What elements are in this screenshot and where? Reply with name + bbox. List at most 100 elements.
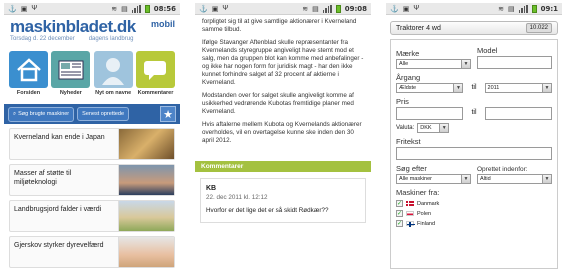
search-icon: ⌕	[13, 110, 17, 117]
article-paragraph: Ifølge Stavanger Aftenblad skulle repræs…	[202, 39, 364, 86]
category-button[interactable]: Traktorer 4 wd 10.022	[390, 21, 558, 35]
news-thumbnail	[118, 237, 174, 267]
news-thumbnail	[118, 201, 174, 231]
year-label: Årgang	[396, 73, 421, 82]
machines-from-label: Maskiner fra:	[396, 188, 440, 197]
country-checkbox-denmark[interactable]: ✓ Danmark	[396, 200, 552, 207]
year-to-select[interactable]: 2011 ▼	[484, 83, 552, 93]
article-paragraph: forpligtet sig til at give samtlige akti…	[202, 18, 357, 33]
house-icon	[9, 51, 48, 88]
article-paragraph: Hvis aftalerne mellem Kubota og Kvernela…	[202, 121, 362, 144]
created-within-select[interactable]: Altid ▼	[477, 174, 552, 184]
news-thumbnail	[118, 165, 174, 195]
year-from-select[interactable]: Ældste ▼	[396, 83, 464, 93]
list-item[interactable]: Masser af støtte til miljøteknologi	[9, 164, 175, 196]
tile-label: Kommentarer	[137, 90, 174, 96]
wifi-icon: ≋	[302, 5, 309, 13]
to-label: til	[471, 109, 477, 116]
chevron-down-icon: ▼	[439, 124, 449, 132]
chevron-down-icon: ▼	[461, 60, 470, 68]
checkbox[interactable]: ✓	[396, 200, 403, 207]
clock: 09:08	[344, 4, 367, 13]
date-label: Torsdag d. 22 december	[10, 36, 75, 42]
search-screen: ⚓ ▣ Ψ ≋ ▤ 09:1 Traktorer 4 wd 10.022 Mærke…	[386, 3, 562, 271]
notification-icon: ▣	[20, 5, 28, 13]
model-input[interactable]	[477, 56, 552, 69]
usb-debug-icon: Ψ	[413, 5, 420, 12]
header: maskinbladet.dk mobil Torsdag d. 22 dece…	[4, 15, 180, 49]
checkbox[interactable]: ✓	[396, 210, 403, 217]
battery-icon	[531, 4, 537, 13]
denmark-flag-icon	[406, 201, 414, 206]
list-item[interactable]: Kverneland kan ende i Japan	[9, 128, 175, 160]
clock: 09:1	[540, 4, 558, 13]
star-icon[interactable]: ★	[160, 106, 176, 122]
signal-icon	[518, 4, 528, 13]
sim-icon: ▤	[507, 5, 515, 13]
checkbox[interactable]: ✓	[396, 220, 403, 227]
status-bar: ⚓ ▣ Ψ ≋ ▤ 08:56	[4, 3, 180, 15]
status-bar: ⚓ ▣ Ψ ≋ ▤ 09:1	[386, 3, 562, 15]
price-from-input[interactable]	[396, 107, 464, 120]
search-form: Mærke Alle ▼ Model Årgang Ældste ▼ til 201…	[390, 39, 558, 269]
currency-select[interactable]: DKK ▼	[417, 123, 450, 133]
tile-label: Nyheder	[59, 90, 82, 96]
freetext-label: Fritekst	[396, 137, 421, 146]
make-select[interactable]: Alle ▼	[396, 59, 471, 69]
search-bar: ⌕ Søg brugte maskiner Senest oprettede ★	[4, 104, 180, 124]
tile-nyheder[interactable]: Nyheder	[51, 51, 91, 96]
comment-text: Hvorfor er det lige det er så skidt Rødk…	[206, 207, 329, 214]
usb-icon: ⚓	[199, 5, 208, 13]
search-used-machines-button[interactable]: ⌕ Søg brugte maskiner	[8, 106, 75, 122]
price-label: Pris	[396, 97, 409, 106]
wifi-icon: ≋	[498, 5, 504, 13]
news-thumbnail	[118, 129, 174, 159]
tile-label: Nyt om navne	[95, 90, 132, 96]
search-after-select[interactable]: Alle maskiner ▼	[396, 174, 471, 184]
model-label: Model	[477, 46, 498, 55]
comment-card: KB 22. dec 2011 kl. 12:12 Hvorfor er det…	[200, 178, 366, 223]
site-logo[interactable]: maskinbladet.dk	[10, 17, 174, 37]
clock: 08:56	[153, 4, 176, 13]
comment-author: KB	[206, 185, 217, 192]
speech-bubble-icon	[135, 51, 175, 88]
nav-tiles: Forsiden Nyheder Nyt om navne Kommentare…	[4, 51, 180, 96]
usb-icon: ⚓	[8, 5, 17, 13]
country-checkbox-poland[interactable]: ✓ Polen	[396, 210, 552, 217]
signal-icon	[322, 4, 332, 13]
result-count-badge: 10.022	[525, 23, 552, 33]
usb-icon: ⚓	[390, 5, 399, 13]
status-bar: ⚓ ▣ Ψ ≋ ▤ 09:08	[195, 3, 371, 15]
wifi-icon: ≋	[111, 5, 118, 13]
sim-icon: ▤	[121, 5, 128, 13]
article-body: forpligtet sig til at give samtlige akti…	[195, 15, 371, 153]
signal-icon	[131, 4, 141, 13]
tile-kommentarer[interactable]: Kommentarer	[135, 51, 175, 96]
tile-forsiden[interactable]: Forsiden	[9, 51, 48, 96]
country-checkbox-finland[interactable]: ✓ Finland	[396, 220, 552, 227]
chevron-down-icon: ▼	[461, 175, 470, 183]
list-item[interactable]: Gjerskov styrker dyrevelfærd	[9, 236, 175, 268]
home-screen: ⚓ ▣ Ψ ≋ ▤ 08:56 maskinbladet.dk mobil Tors…	[4, 3, 180, 271]
to-label: til	[471, 83, 477, 91]
sim-icon: ▤	[312, 5, 319, 13]
price-to-input[interactable]	[484, 107, 552, 120]
poland-flag-icon	[406, 211, 414, 216]
comment-date: 22. dec 2011 kl. 12:12	[206, 193, 268, 201]
freetext-input[interactable]	[396, 147, 552, 160]
list-item[interactable]: Landbrugsjord falder i værdi	[9, 200, 175, 232]
tile-label: Forsiden	[16, 90, 41, 96]
article-screen: ⚓ ▣ Ψ ≋ ▤ 09:08 forpligtet sig til at give…	[195, 3, 371, 271]
person-icon	[93, 51, 133, 88]
tagline: dagens landbrug	[88, 36, 134, 42]
newspaper-icon	[51, 51, 91, 88]
usb-debug-icon: Ψ	[222, 5, 229, 12]
chevron-down-icon: ▼	[542, 175, 551, 183]
tile-nyt-om-navne[interactable]: Nyt om navne	[93, 51, 133, 96]
comments-heading: Kommentarer	[195, 161, 371, 172]
notification-icon: ▣	[211, 5, 219, 13]
battery-icon	[335, 4, 341, 13]
usb-debug-icon: Ψ	[31, 5, 38, 12]
chevron-down-icon: ▼	[542, 84, 551, 92]
latest-created-button[interactable]: Senest oprettede	[77, 107, 130, 121]
